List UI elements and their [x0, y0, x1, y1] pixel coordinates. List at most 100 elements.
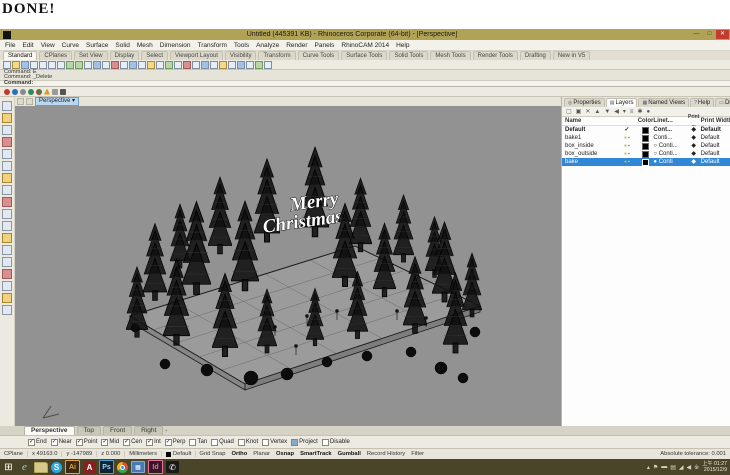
- osnap-disable[interactable]: Disable: [321, 438, 350, 446]
- toolbar-icon[interactable]: [264, 60, 272, 69]
- checkbox[interactable]: [291, 438, 299, 446]
- battery-icon[interactable]: ▬: [661, 464, 667, 470]
- osnap-point[interactable]: ✓ Point: [75, 438, 97, 446]
- toolbar-tab-drafting[interactable]: Drafting: [519, 51, 551, 60]
- toolbar-icon[interactable]: [255, 60, 263, 69]
- checkbox[interactable]: ✓: [101, 438, 109, 446]
- chrome-icon[interactable]: [117, 461, 128, 473]
- checkbox[interactable]: ✓: [146, 438, 154, 446]
- photoshop-icon[interactable]: Ps: [99, 460, 114, 474]
- scale-tool-icon[interactable]: [2, 281, 12, 291]
- osnap-mid[interactable]: ✓ Mid: [101, 438, 119, 446]
- current-layer-indicator[interactable]: Default: [162, 451, 197, 457]
- checkbox[interactable]: ✓: [164, 438, 172, 446]
- rhinocam-gear-icon[interactable]: [20, 88, 26, 95]
- toolbar-icon[interactable]: [84, 60, 92, 69]
- delete-layer-icon[interactable]: ✕: [585, 108, 590, 115]
- toggle-filter[interactable]: Filter: [408, 451, 427, 457]
- command-input[interactable]: Command:: [0, 80, 730, 86]
- menu-help[interactable]: Help: [396, 42, 409, 49]
- tab-layers[interactable]: ▤ Layers: [605, 98, 638, 107]
- list-options-icon[interactable]: ≡: [630, 109, 634, 115]
- tray-expand-icon[interactable]: ▴: [647, 464, 650, 471]
- osnap-vertex[interactable]: Vertex: [262, 438, 287, 446]
- internet-explorer-icon[interactable]: e: [18, 461, 31, 473]
- collapse-icon[interactable]: ◀: [614, 108, 619, 115]
- rhinocam-simulate-icon[interactable]: [36, 88, 42, 95]
- osnap-project[interactable]: Project: [291, 438, 318, 446]
- array-tool-icon[interactable]: [2, 305, 12, 315]
- toolbar-tab-transform[interactable]: Transform: [258, 51, 296, 60]
- layer-lock-icon[interactable]: ▪: [628, 158, 630, 166]
- mirror-tool-icon[interactable]: [2, 293, 12, 303]
- touch-app-icon[interactable]: ✆: [166, 461, 179, 473]
- solid-tool-icon[interactable]: [2, 197, 12, 207]
- perspective-viewport[interactable]: Merry Christmas: [15, 106, 561, 426]
- toolbar-icon[interactable]: [183, 60, 191, 69]
- toggle-ortho[interactable]: Ortho: [228, 451, 250, 457]
- menu-view[interactable]: View: [41, 42, 55, 49]
- toolbar-tab-standard[interactable]: Standard: [3, 51, 38, 60]
- redo-icon[interactable]: [75, 60, 83, 69]
- volume-icon[interactable]: ◀: [687, 464, 692, 471]
- zoom-icon[interactable]: [129, 60, 137, 69]
- osnap-cen[interactable]: ✓ Cen: [123, 438, 142, 446]
- toolbar-icon[interactable]: [174, 60, 182, 69]
- tab-named-views[interactable]: ▦ Named Views: [638, 98, 690, 107]
- toolbar-tab-viewport-layout[interactable]: Viewport Layout: [170, 51, 223, 60]
- curve-tool-icon[interactable]: [2, 125, 12, 135]
- indesign-icon[interactable]: Id: [148, 460, 163, 474]
- layer-on-bulb-icon[interactable]: ●: [624, 142, 627, 150]
- windows-start-button[interactable]: ⊞: [2, 461, 15, 473]
- pan-icon[interactable]: [138, 60, 146, 69]
- layer-lock-icon[interactable]: ▪: [628, 134, 630, 142]
- action-center-flag-icon[interactable]: ⚑: [653, 464, 658, 471]
- toolbar-tab-set-view[interactable]: Set View: [74, 51, 108, 60]
- menu-edit[interactable]: Edit: [22, 42, 33, 49]
- settings-icon[interactable]: ●: [646, 109, 650, 115]
- toolbar-icon[interactable]: [246, 60, 254, 69]
- toggle-osnap[interactable]: Osnap: [273, 451, 297, 457]
- layer-row-box-inside[interactable]: box_inside ● ▪ ○ Conti... ◆ Default: [562, 142, 730, 150]
- tab-help[interactable]: ? Help: [690, 98, 715, 107]
- toolbar-icon[interactable]: [228, 60, 236, 69]
- print-color-icon[interactable]: ◆: [687, 150, 701, 158]
- close-button[interactable]: ✕: [716, 30, 729, 39]
- copy-icon[interactable]: [48, 60, 56, 69]
- menu-panels[interactable]: Panels: [315, 42, 335, 49]
- layer-lock-icon[interactable]: ▪: [628, 150, 630, 158]
- tab-display[interactable]: ▭Display: [715, 98, 730, 107]
- osnap-quad[interactable]: Quad: [211, 438, 234, 446]
- print-color-icon[interactable]: ◆: [687, 134, 701, 142]
- menu-transform[interactable]: Transform: [198, 42, 227, 49]
- print-color-icon[interactable]: ◆: [687, 142, 701, 150]
- viewport-title-tab[interactable]: Perspective ▾: [35, 97, 80, 106]
- toolbar-icon[interactable]: [165, 60, 173, 69]
- layer-color-swatch[interactable]: [642, 150, 650, 158]
- checkbox[interactable]: ✓: [50, 438, 58, 446]
- rectangle-tool-icon[interactable]: [2, 161, 12, 171]
- print-color-icon[interactable]: ◆: [687, 126, 701, 134]
- checkbox[interactable]: ✓: [28, 438, 35, 446]
- polyline-tool-icon[interactable]: [2, 113, 12, 123]
- surface-tool-icon[interactable]: [2, 185, 12, 195]
- open-file-icon[interactable]: [12, 60, 20, 69]
- print-color-icon[interactable]: ◆: [687, 158, 701, 166]
- toolbar-icon[interactable]: [237, 60, 245, 69]
- layer-on-bulb-icon[interactable]: ●: [624, 158, 627, 166]
- illustrator-icon[interactable]: Ai: [65, 460, 80, 474]
- toggle-smarttrack[interactable]: SmartTrack: [297, 451, 335, 457]
- cut-icon[interactable]: [39, 60, 47, 69]
- menu-curve[interactable]: Curve: [62, 42, 79, 49]
- osnap-end[interactable]: ✓ End: [28, 438, 47, 446]
- maximize-button[interactable]: □: [703, 30, 716, 39]
- acrobat-icon[interactable]: A: [83, 461, 96, 473]
- layer-color-swatch[interactable]: [642, 126, 650, 134]
- rotate-tool-icon[interactable]: [2, 269, 12, 279]
- menu-tools[interactable]: Tools: [234, 42, 249, 49]
- new-file-icon[interactable]: [3, 60, 11, 69]
- layer-on-bulb-icon[interactable]: ●: [624, 150, 627, 158]
- rhinocam-cone-icon[interactable]: [44, 88, 50, 95]
- rhinocam-post-icon[interactable]: [60, 88, 66, 95]
- toolbar-tab-surface-tools[interactable]: Surface Tools: [341, 51, 388, 60]
